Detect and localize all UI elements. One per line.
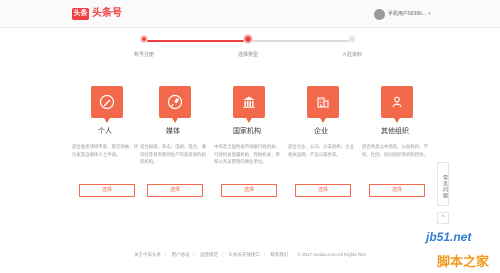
select-button[interactable]: 选择: [221, 184, 277, 197]
select-button[interactable]: 选择: [79, 184, 135, 197]
stepper-line-pending: [248, 40, 352, 42]
people-group-icon: [381, 86, 413, 123]
step-label-choose-type: 选择类型: [237, 52, 258, 58]
user-menu[interactable]: 手机用户56386... ▾: [374, 7, 431, 21]
step-label-register: 账号注册: [133, 52, 154, 58]
card-description: 适合垂直领域专家、意见领袖、评论家及自媒体人士申请。: [72, 144, 138, 157]
account-type-card-government: 国家机构 中央及全国各省市地级行政机关、行政机关直属机构、党群机关，参照公务员管…: [212, 86, 282, 197]
office-building-icon: [307, 86, 339, 123]
card-title: 国家机构: [233, 128, 261, 135]
faq-side-button[interactable]: 常见问题: [437, 162, 449, 206]
select-button[interactable]: 选择: [147, 184, 203, 197]
card-title: 个人: [98, 128, 112, 135]
footer-link-open-api[interactable]: 头条号开放接口: [228, 252, 260, 257]
card-description: 适合各类公共场馆、公益机构、学校、社团、民间组织等机构团体。: [362, 144, 428, 157]
card-title: 其他组织: [381, 128, 409, 135]
card-title: 企业: [314, 128, 328, 135]
registration-stepper: 账号注册 选择类型 入驻资料: [0, 30, 500, 62]
step-node-register: [140, 35, 148, 43]
card-description: 适合企业、公司、分支机构、企业相关品牌、产品与服务等。: [288, 144, 354, 157]
pencil-icon: [91, 86, 123, 123]
top-bar: 头条 头条号 手机用户56386... ▾: [0, 0, 500, 28]
stepper-line-complete: [144, 40, 248, 42]
step-node-choose-type: [243, 34, 253, 44]
account-type-card-other-org: 其他组织 适合各类公共场馆、公益机构、学校、社团、民间组织等机构团体。 选择: [360, 86, 430, 197]
footer-link-about[interactable]: 关于今日头条: [134, 252, 161, 257]
logo-text[interactable]: 头条号: [92, 7, 122, 21]
chevron-down-icon[interactable]: ▾: [428, 11, 431, 17]
step-node-profile: [348, 35, 356, 43]
footer-link-contact[interactable]: 联系我们: [270, 252, 288, 257]
card-description: 适合报纸、杂志、电视、电台、通讯社等具有新闻生产内容资质的组织机构。: [140, 144, 206, 164]
user-name[interactable]: 手机用户56386...: [388, 9, 426, 20]
footer-copyright: © 2017 toutiao.com All Rights Res: [297, 252, 366, 257]
step-label-profile: 入驻资料: [341, 52, 362, 58]
card-description: 中央及全国各省市地级行政机关、行政机关直属机构、党群机关，参照公务员管理的事业单…: [214, 144, 280, 164]
select-button[interactable]: 选择: [295, 184, 351, 197]
card-title: 媒体: [166, 128, 180, 135]
footer: 关于今日头条 | 用户协议 | 运营规范 | 头条号开放接口 | 联系我们 © 2017…: [134, 252, 366, 257]
watermark-url: jb51.net: [426, 230, 472, 244]
logo-badge[interactable]: 头条: [72, 8, 89, 20]
footer-link-user-agreement[interactable]: 用户协议: [172, 252, 190, 257]
government-building-icon: [233, 86, 265, 123]
footer-link-operation-rules[interactable]: 运营规范: [200, 252, 218, 257]
select-button[interactable]: 选择: [369, 184, 425, 197]
microphone-icon: [159, 86, 191, 123]
account-type-card-media: 媒体 适合报纸、杂志、电视、电台、通讯社等具有新闻生产内容资质的组织机构。 选择: [138, 86, 208, 197]
account-type-card-personal: 个人 适合垂直领域专家、意见领袖、评论家及自媒体人士申请。 选择: [70, 86, 140, 197]
avatar[interactable]: [374, 8, 385, 20]
back-to-top-icon[interactable]: ^: [437, 212, 449, 224]
account-type-card-enterprise: 企业 适合企业、公司、分支机构、企业相关品牌、产品与服务等。 选择: [286, 86, 356, 197]
watermark-text: 脚本之家: [437, 254, 490, 269]
